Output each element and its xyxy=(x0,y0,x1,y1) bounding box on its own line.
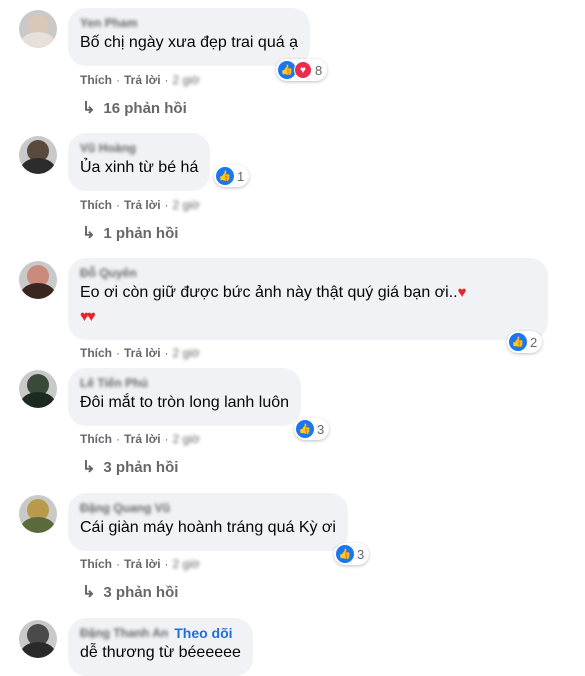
reply-link[interactable]: Trả lời xyxy=(124,197,161,213)
comment-time[interactable]: 2 giờ xyxy=(173,431,200,447)
comment-author[interactable]: Vũ Hoàng xyxy=(80,140,198,156)
reaction-count: 2 xyxy=(530,334,538,350)
comment-time[interactable]: 2 giờ xyxy=(173,197,200,213)
like-link[interactable]: Thích xyxy=(80,345,112,361)
reaction-summary[interactable]: 👍 2 xyxy=(507,331,543,353)
comment-author[interactable]: Đặng Quang Vũ xyxy=(80,500,336,516)
like-link[interactable]: Thích xyxy=(80,556,112,572)
comment-bubble: Đỗ Quyên Eo ơi còn giữ được bức ảnh này … xyxy=(68,258,548,340)
reaction-summary[interactable]: 👍 3 xyxy=(334,543,370,565)
comment-actions: Thích · Trả lời · 2 giờ xyxy=(80,556,200,572)
view-replies-link[interactable]: ↳ 3 phản hồi xyxy=(82,458,178,478)
like-link[interactable]: Thích xyxy=(80,72,112,88)
comment-author[interactable]: Đặng Thanh An xyxy=(80,625,168,641)
thumbs-up-icon: 👍 xyxy=(336,545,354,563)
comment-bubble: Đặng Thanh An Theo dõi dễ thương từ béee… xyxy=(68,618,253,676)
comment-bubble: Đặng Quang Vũ Cái giàn máy hoành tráng q… xyxy=(68,493,348,551)
thumbs-up-icon: 👍 xyxy=(296,420,314,438)
thumbs-up-icon: 👍 xyxy=(216,167,234,185)
replies-count: 1 phản hồi xyxy=(103,225,179,242)
avatar[interactable] xyxy=(19,136,57,174)
comment-actions: Thích · Trả lời · 2 giờ xyxy=(80,431,200,447)
reaction-summary[interactable]: 👍 1 xyxy=(214,165,250,187)
reply-link[interactable]: Trả lời xyxy=(124,72,161,88)
comment-time[interactable]: 2 giờ xyxy=(173,345,200,361)
heart-icon: ♥ xyxy=(294,61,312,79)
reply-arrow-icon: ↳ xyxy=(82,100,96,117)
reply-link[interactable]: Trả lời xyxy=(124,556,161,572)
comment-time[interactable]: 2 giờ xyxy=(173,72,200,88)
comment-text: Eo ơi còn giữ được bức ảnh này thật quý … xyxy=(80,284,467,301)
reply-arrow-icon: ↳ xyxy=(82,459,96,476)
reaction-count: 1 xyxy=(237,168,245,184)
avatar[interactable] xyxy=(19,620,57,658)
avatar[interactable] xyxy=(19,261,57,299)
comment-text: dễ thương từ béeeeee xyxy=(80,644,241,661)
comment-text: Đôi mắt to tròn long lanh luôn xyxy=(80,394,290,411)
reaction-summary[interactable]: 👍 ♥ 8 xyxy=(276,59,328,81)
replies-count: 3 phản hồi xyxy=(103,459,179,476)
reply-arrow-icon: ↳ xyxy=(82,584,96,601)
comment-text: Bố chị ngày xưa đẹp trai quá ạ xyxy=(80,34,298,51)
reaction-summary[interactable]: 👍 3 xyxy=(294,418,330,440)
thumbs-up-icon: 👍 xyxy=(509,333,527,351)
comment-author[interactable]: Lê Tiến Phú xyxy=(80,375,289,391)
comment-bubble: Yen Pham Bố chị ngày xưa đẹp trai quá ạ xyxy=(68,8,310,66)
like-link[interactable]: Thích xyxy=(80,431,112,447)
avatar[interactable] xyxy=(19,370,57,408)
like-link[interactable]: Thích xyxy=(80,197,112,213)
comment-text: Ủa xinh từ bé há xyxy=(80,159,199,176)
comment-author[interactable]: Đỗ Quyên xyxy=(80,265,536,281)
reaction-count: 3 xyxy=(357,546,365,562)
view-replies-link[interactable]: ↳ 1 phản hồi xyxy=(82,224,178,244)
replies-count: 3 phản hồi xyxy=(103,584,179,601)
avatar[interactable] xyxy=(19,495,57,533)
reaction-count: 8 xyxy=(315,62,323,78)
heart-emoji-line: ♥♥ xyxy=(80,308,96,325)
follow-button[interactable]: Theo dõi xyxy=(174,625,232,641)
comment-text: Cái giàn máy hoành tráng quá Kỳ ơi xyxy=(80,519,336,536)
reaction-count: 3 xyxy=(317,421,325,437)
comment-bubble: Vũ Hoàng Ủa xinh từ bé há xyxy=(68,133,211,191)
comment-time[interactable]: 2 giờ xyxy=(173,556,200,572)
reply-arrow-icon: ↳ xyxy=(82,225,96,242)
avatar[interactable] xyxy=(19,10,57,48)
replies-count: 16 phản hồi xyxy=(103,100,187,117)
reply-link[interactable]: Trả lời xyxy=(124,431,161,447)
comment-actions: Thích · Trả lời · 2 giờ xyxy=(80,197,200,213)
reply-link[interactable]: Trả lời xyxy=(124,345,161,361)
heart-emoji: ♥ xyxy=(457,284,467,301)
view-replies-link[interactable]: ↳ 3 phản hồi xyxy=(82,583,178,603)
comment-bubble: Lê Tiến Phú Đôi mắt to tròn long lanh lu… xyxy=(68,368,302,426)
comment-actions: Thích · Trả lời · 2 giờ xyxy=(80,72,200,88)
view-replies-link[interactable]: ↳ 16 phản hồi xyxy=(82,99,187,119)
comment-actions: Thích · Trả lời · 2 giờ xyxy=(80,345,200,361)
comment-author[interactable]: Yen Pham xyxy=(80,15,298,31)
